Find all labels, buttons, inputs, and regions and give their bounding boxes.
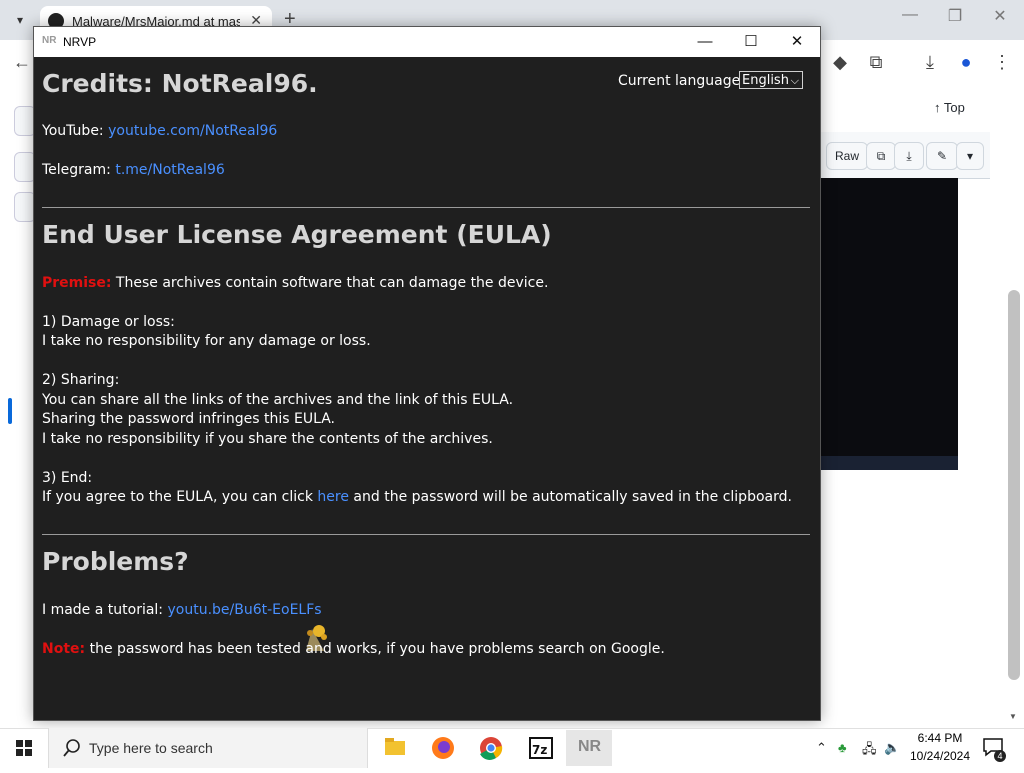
file-explorer-icon bbox=[385, 738, 405, 755]
extension-color-icon[interactable]: ◆ bbox=[828, 50, 852, 74]
nr-app-icon: NR bbox=[578, 738, 602, 755]
browser-restore-icon[interactable]: ❐ bbox=[940, 6, 970, 26]
language-selected-value: English bbox=[742, 73, 789, 88]
nrvp-titlebar[interactable]: NR NRVP — ☐ ✕ bbox=[34, 27, 820, 57]
nrvp-window: NR NRVP — ☐ ✕ Credits: NotReal96. Curren… bbox=[33, 26, 821, 721]
section1-title: 1) Damage or loss: bbox=[42, 314, 175, 330]
notification-count-badge: 4 bbox=[994, 750, 1006, 762]
7zip-button[interactable]: 7z bbox=[518, 730, 564, 766]
chrome-icon bbox=[480, 737, 503, 760]
close-icon[interactable]: ✕ bbox=[774, 29, 820, 55]
language-select[interactable]: English ⌵ bbox=[739, 71, 803, 89]
tab-search-dropdown[interactable]: ▾ bbox=[8, 8, 32, 32]
taskbar-search-box[interactable]: Type here to search bbox=[48, 728, 368, 768]
premise-label: Premise: bbox=[42, 275, 112, 291]
nr-app-button[interactable]: NR bbox=[566, 730, 612, 766]
search-placeholder: Type here to search bbox=[89, 740, 213, 756]
tutorial-line: I made a tutorial: youtu.be/Bu6t-EoELFs bbox=[42, 602, 322, 618]
telegram-link[interactable]: t.me/NotReal96 bbox=[115, 162, 224, 178]
edit-file-icon[interactable]: ✎ bbox=[926, 142, 958, 170]
maximize-icon[interactable]: ☐ bbox=[728, 29, 774, 55]
firefox-icon bbox=[432, 737, 454, 759]
section3-title: 3) End: bbox=[42, 470, 93, 486]
section2-line3: I take no responsibility if you share th… bbox=[42, 431, 493, 447]
nrvp-content: Credits: NotReal96. Current language: En… bbox=[34, 57, 820, 720]
svg-text:7z: 7z bbox=[532, 743, 547, 757]
download-icon[interactable]: ⤓ bbox=[918, 50, 942, 74]
windows-start-icon bbox=[16, 740, 32, 756]
file-explorer-button[interactable] bbox=[372, 730, 418, 766]
window-title: NRVP bbox=[63, 35, 97, 49]
youtube-line: YouTube: youtube.com/NotReal96 bbox=[42, 123, 278, 139]
note-label: Note: bbox=[42, 641, 86, 657]
browser-minimize-icon[interactable]: — bbox=[895, 6, 925, 24]
section2-line2: Sharing the password infringes this EULA… bbox=[42, 411, 335, 427]
agree-here-link[interactable]: here bbox=[317, 489, 349, 505]
scroll-down-arrow-icon[interactable]: ▼ bbox=[1009, 712, 1017, 721]
raw-button[interactable]: Raw bbox=[826, 142, 868, 170]
language-label: Current language: bbox=[618, 73, 745, 89]
back-icon[interactable]: ← bbox=[10, 50, 34, 74]
7zip-icon: 7z bbox=[529, 737, 553, 759]
search-icon bbox=[63, 739, 80, 757]
page-scrollbar[interactable] bbox=[1008, 290, 1020, 680]
credits-heading: Credits: NotReal96. bbox=[42, 69, 318, 98]
chrome-button[interactable] bbox=[468, 730, 514, 766]
section2-line1: You can share all the links of the archi… bbox=[42, 392, 514, 408]
divider bbox=[42, 534, 810, 535]
clock-date[interactable]: 10/24/2024 bbox=[906, 749, 974, 763]
section3-line1: If you agree to the EULA, you can click … bbox=[42, 489, 792, 505]
file-tree-active-marker bbox=[8, 398, 12, 424]
extensions-puzzle-icon[interactable]: ⧉ bbox=[864, 50, 888, 74]
edit-menu-chevron-icon[interactable]: ▾ bbox=[956, 142, 984, 170]
tray-app-icon[interactable]: ♣ bbox=[838, 740, 847, 755]
section1-line1: I take no responsibility for any damage … bbox=[42, 333, 371, 349]
youtube-link[interactable]: youtube.com/NotReal96 bbox=[108, 123, 277, 139]
nrvp-logo-icon: NR bbox=[42, 35, 57, 46]
telegram-line: Telegram: t.me/NotReal96 bbox=[42, 162, 225, 178]
profile-avatar-icon[interactable]: ● bbox=[954, 50, 978, 74]
problems-heading: Problems? bbox=[42, 547, 189, 576]
download-raw-icon[interactable]: ⤓ bbox=[894, 142, 924, 170]
minimize-icon[interactable]: — bbox=[682, 29, 728, 55]
chevron-down-icon: ⌵ bbox=[790, 74, 799, 87]
tutorial-link[interactable]: youtu.be/Bu6t-EoELFs bbox=[167, 602, 321, 618]
eula-heading: End User License Agreement (EULA) bbox=[42, 220, 552, 249]
note-line: Note: the password has been tested and w… bbox=[42, 641, 665, 657]
premise-line: Premise: These archives contain software… bbox=[42, 275, 549, 291]
readme-screenshot-image bbox=[818, 178, 958, 470]
copy-raw-icon[interactable]: ⧉ bbox=[866, 142, 896, 170]
divider bbox=[42, 207, 810, 208]
start-button[interactable] bbox=[0, 728, 48, 768]
chevron-up-icon[interactable]: ⌃ bbox=[816, 740, 827, 756]
network-icon[interactable]: 🖧 bbox=[862, 740, 877, 762]
volume-icon[interactable]: 🔈 bbox=[884, 740, 900, 756]
section2-title: 2) Sharing: bbox=[42, 372, 120, 388]
clock-time[interactable]: 6:44 PM bbox=[912, 731, 968, 745]
top-link[interactable]: ↑ Top bbox=[934, 100, 965, 115]
firefox-button[interactable] bbox=[420, 730, 466, 766]
browser-menu-icon[interactable]: ⋮ bbox=[990, 50, 1014, 74]
browser-close-icon[interactable]: ✕ bbox=[985, 6, 1015, 26]
